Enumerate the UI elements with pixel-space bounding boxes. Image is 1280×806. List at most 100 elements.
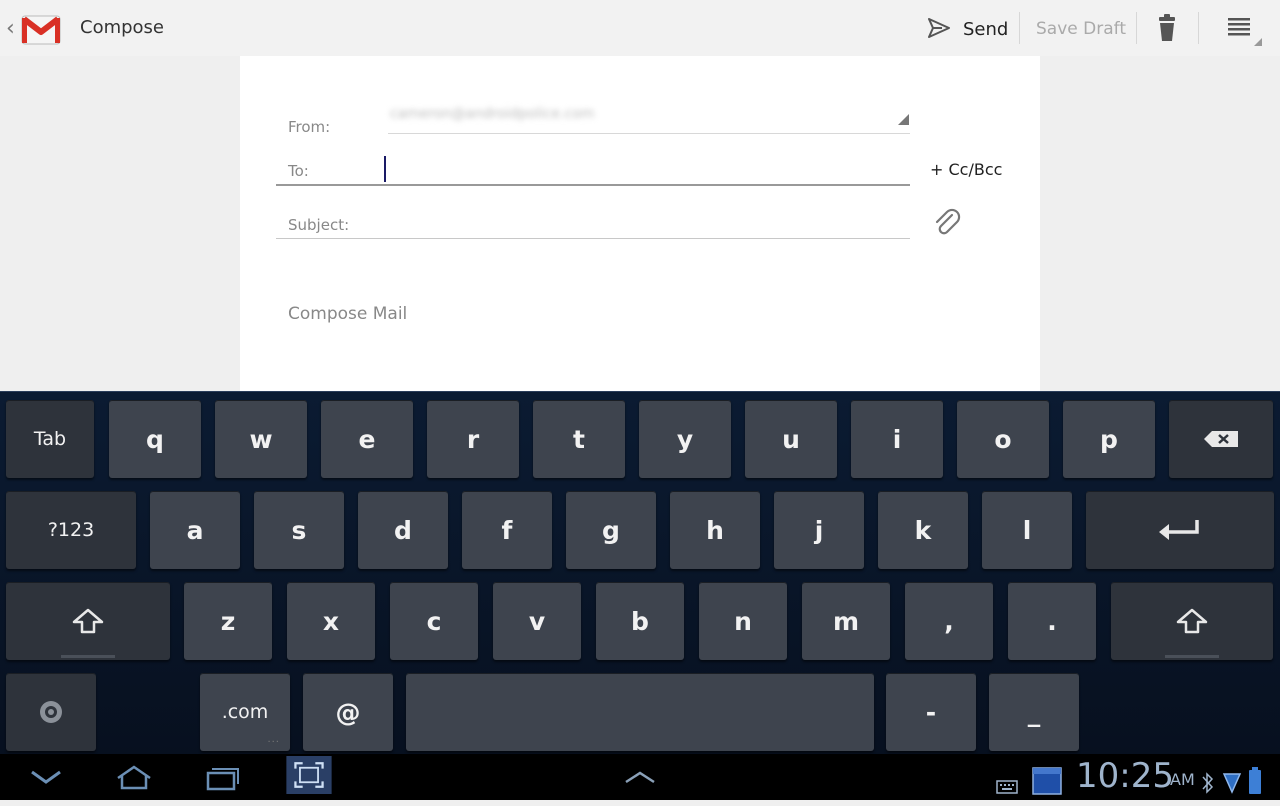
up-caret-icon[interactable]: [620, 758, 660, 796]
key-e[interactable]: e: [321, 400, 413, 478]
divider: [1136, 12, 1137, 44]
key-i[interactable]: i: [851, 400, 943, 478]
key-j[interactable]: j: [774, 491, 864, 569]
key-label: p: [1100, 424, 1118, 454]
key-label: l: [1022, 515, 1032, 545]
backspace-icon: [1202, 429, 1240, 449]
to-field[interactable]: [384, 154, 904, 184]
space-key[interactable]: [406, 673, 874, 751]
key-label: y: [676, 424, 694, 454]
key-label: i: [892, 424, 902, 454]
divider: [1198, 12, 1199, 44]
clock-ampm: AM: [1170, 770, 1195, 789]
settings-key[interactable]: [6, 673, 96, 751]
key-label: z: [220, 606, 236, 636]
to-label: To:: [288, 162, 309, 180]
shift-right-key[interactable]: [1111, 582, 1273, 660]
shift-indicator: [1165, 655, 1219, 658]
key-k[interactable]: k: [878, 491, 968, 569]
key-x[interactable]: x: [287, 582, 375, 660]
attach-button[interactable]: [930, 206, 964, 240]
key-g[interactable]: g: [566, 491, 656, 569]
key-f[interactable]: f: [462, 491, 552, 569]
key-z[interactable]: z: [184, 582, 272, 660]
body-field[interactable]: Compose Mail: [288, 304, 407, 324]
key-r[interactable]: r: [427, 400, 519, 478]
signal-icon: [1222, 773, 1242, 794]
clock: 10:25: [1076, 756, 1174, 796]
screenshot-icon[interactable]: [284, 756, 334, 794]
key-label: u: [782, 424, 800, 454]
overflow-menu-button[interactable]: [1218, 12, 1264, 48]
recent-apps-icon[interactable]: [200, 758, 244, 796]
send-icon: [928, 18, 950, 38]
key-label: s: [291, 515, 307, 545]
gmail-logo-icon[interactable]: [20, 10, 62, 48]
key-label: w: [249, 424, 273, 454]
key-h[interactable]: h: [670, 491, 760, 569]
key-label: f: [501, 515, 513, 545]
key-o[interactable]: o: [957, 400, 1049, 478]
key-label: g: [602, 515, 620, 545]
key-l[interactable]: l: [982, 491, 1072, 569]
key-c[interactable]: c: [390, 582, 478, 660]
tab-key[interactable]: Tab: [6, 400, 94, 478]
key-d[interactable]: d: [358, 491, 448, 569]
enter-key[interactable]: [1086, 491, 1274, 569]
symbols-key[interactable]: ?123: [6, 491, 136, 569]
send-button[interactable]: Send: [926, 10, 1010, 46]
back-chevron-icon[interactable]: ‹: [6, 16, 15, 41]
key-label: @: [335, 697, 361, 727]
key-a[interactable]: a: [150, 491, 240, 569]
key-y[interactable]: y: [639, 400, 731, 478]
trash-icon: [1159, 14, 1175, 41]
key-.[interactable]: .: [1008, 582, 1096, 660]
save-draft-button[interactable]: Save Draft: [1024, 10, 1128, 46]
key-s[interactable]: s: [254, 491, 344, 569]
subject-label: Subject:: [288, 216, 350, 234]
home-icon[interactable]: [112, 758, 156, 796]
at-key[interactable]: @: [303, 673, 393, 751]
menu-icon: [1228, 18, 1262, 46]
key-label: t: [573, 424, 585, 454]
key-label: e: [358, 424, 376, 454]
key-label: k: [914, 515, 932, 545]
key-label: x: [322, 606, 340, 636]
key-m[interactable]: m: [802, 582, 890, 660]
back-nav-icon[interactable]: [24, 758, 68, 796]
cc-bcc-button[interactable]: + Cc/Bcc: [930, 160, 1002, 179]
key-label: j: [814, 515, 824, 545]
key-w[interactable]: w: [215, 400, 307, 478]
enter-icon: [1157, 518, 1203, 542]
key-label: b: [631, 606, 649, 636]
dash-key[interactable]: -: [886, 673, 976, 751]
backspace-key[interactable]: [1169, 400, 1273, 478]
discard-button[interactable]: [1150, 12, 1186, 46]
underscore-key[interactable]: _: [989, 673, 1079, 751]
key-,[interactable]: ,: [905, 582, 993, 660]
dotcom-key[interactable]: .com...: [200, 673, 290, 751]
key-q[interactable]: q: [109, 400, 201, 478]
send-label: Send: [963, 19, 1009, 40]
divider: [276, 238, 910, 239]
key-n[interactable]: n: [699, 582, 787, 660]
shift-icon: [71, 607, 105, 635]
subject-field[interactable]: [370, 208, 900, 236]
key-label: n: [734, 606, 752, 636]
from-account-select[interactable]: cameron@androidpolice.com: [390, 106, 890, 126]
compose-card: From: cameron@androidpolice.com To: + Cc…: [240, 56, 1040, 391]
key-label: a: [186, 515, 204, 545]
bluetooth-icon: [1202, 772, 1214, 794]
keyboard-icon: [996, 780, 1018, 794]
dropdown-icon[interactable]: [898, 114, 909, 125]
key-label: -: [925, 697, 937, 727]
key-b[interactable]: b: [596, 582, 684, 660]
key-p[interactable]: p: [1063, 400, 1155, 478]
key-v[interactable]: v: [493, 582, 581, 660]
page-title: Compose: [80, 17, 165, 38]
key-t[interactable]: t: [533, 400, 625, 478]
calendar-icon: [1032, 767, 1062, 795]
key-u[interactable]: u: [745, 400, 837, 478]
key-label: q: [146, 424, 164, 454]
shift-left-key[interactable]: [6, 582, 170, 660]
